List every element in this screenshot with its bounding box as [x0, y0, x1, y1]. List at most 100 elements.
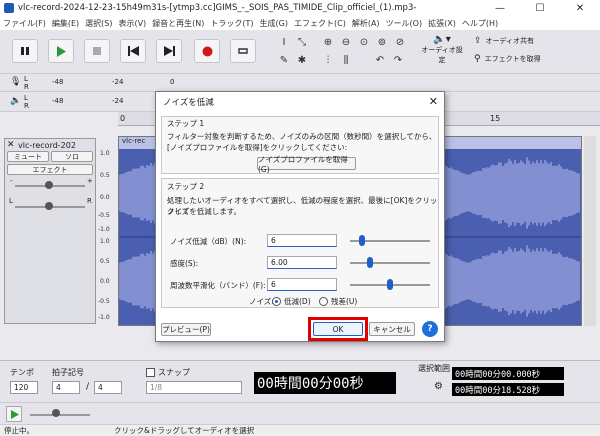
- selection-start[interactable]: 00時間00分00.000秒: [452, 367, 564, 380]
- noise-mode-label: ノイズ:: [249, 297, 274, 306]
- skip-end-button[interactable]: [156, 39, 182, 63]
- gain-knob[interactable]: [45, 181, 53, 189]
- residue-radio[interactable]: [319, 297, 328, 306]
- menu-transport[interactable]: 録音と再生(N): [152, 18, 204, 29]
- trim-icon[interactable]: ⫶: [320, 52, 336, 68]
- microphone-icon: 🎙: [10, 77, 22, 87]
- silence-icon[interactable]: ⫼: [338, 52, 354, 68]
- speed-slider[interactable]: [30, 414, 90, 416]
- zoom-toggle-icon[interactable]: ⊘: [392, 34, 408, 50]
- menu-analyze[interactable]: 解析(A): [352, 18, 380, 29]
- frequency-smoothing-input[interactable]: 6: [267, 278, 337, 291]
- snap-select[interactable]: 1/8: [146, 381, 242, 394]
- minimize-button[interactable]: —: [480, 0, 520, 16]
- time-display[interactable]: 00時間00分00秒: [254, 372, 396, 394]
- speaker-icon: 🔈: [10, 96, 22, 106]
- plug-icon: ⚲: [474, 54, 481, 64]
- sensitivity-slider-thumb[interactable]: [367, 257, 373, 268]
- audio-setup-button[interactable]: 🔈▾ オーディオ設定: [420, 34, 464, 68]
- undo-icon[interactable]: ↶: [372, 52, 388, 68]
- time-signature-label: 拍子記号: [52, 368, 84, 377]
- meter-l-label: L: [24, 75, 28, 83]
- skip-start-icon: [127, 46, 139, 56]
- vertical-scrollbar[interactable]: [584, 136, 596, 326]
- menu-file[interactable]: ファイル(F): [3, 18, 46, 29]
- snap-label: スナップ: [158, 368, 190, 377]
- step2-text: ノイズを低減します。: [167, 207, 242, 216]
- sensitivity-slider[interactable]: [350, 262, 430, 264]
- scale-label: -0.5: [98, 298, 110, 305]
- menu-effect[interactable]: エフェクト(C): [294, 18, 346, 29]
- scale-label: 1.0: [100, 150, 110, 157]
- loop-button[interactable]: [230, 39, 256, 63]
- snap-checkbox[interactable]: [146, 368, 155, 377]
- reduce-radio[interactable]: [272, 297, 281, 306]
- envelope-tool-icon[interactable]: ⤡: [294, 34, 310, 50]
- residue-label[interactable]: 残差(U): [331, 296, 357, 307]
- menu-edit[interactable]: 編集(E): [52, 18, 79, 29]
- help-icon[interactable]: ?: [422, 321, 438, 337]
- ok-button[interactable]: OK: [313, 322, 363, 336]
- frequency-smoothing-slider-thumb[interactable]: [387, 279, 393, 290]
- dialog-title: ノイズを低減: [163, 98, 214, 108]
- play-button[interactable]: [48, 39, 74, 63]
- noise-reduction-input[interactable]: 6: [267, 234, 337, 247]
- step2-group: ステップ 2 処理したいオーディオをすべて選択し、低減の程度を選択、最後に[OK…: [161, 178, 439, 308]
- fit-selection-icon[interactable]: ⊙: [356, 34, 372, 50]
- menu-tracks[interactable]: トラック(T): [210, 18, 253, 29]
- time-signature-numerator[interactable]: 4: [52, 381, 80, 394]
- fit-project-icon[interactable]: ⊚: [374, 34, 390, 50]
- dialog-close-icon[interactable]: ✕: [429, 95, 438, 108]
- preview-button[interactable]: プレビュー(P): [161, 323, 211, 336]
- zoom-out-icon[interactable]: ⊖: [338, 34, 354, 50]
- record-button[interactable]: [194, 39, 220, 63]
- play-at-speed-button[interactable]: [6, 406, 22, 422]
- status-right: クリック&ドラッグしてオーディオを選択: [114, 426, 255, 435]
- meter-tick: -24: [112, 78, 124, 86]
- track-name[interactable]: vlc-record-202: [18, 141, 76, 150]
- menu-extra[interactable]: 拡張(X): [428, 18, 456, 29]
- menu-help[interactable]: ヘルプ(H): [462, 18, 498, 29]
- sensitivity-input[interactable]: 6.00: [267, 256, 337, 269]
- tempo-input[interactable]: 120: [10, 381, 38, 394]
- cancel-button[interactable]: キャンセル: [369, 322, 415, 336]
- menu-view[interactable]: 表示(V): [118, 18, 146, 29]
- mute-button[interactable]: ミュート: [7, 151, 49, 162]
- record-meter[interactable]: 🎙 L R -48 -24 0: [0, 74, 600, 92]
- scale-label: -1.0: [98, 226, 110, 233]
- pan-right-label: R: [87, 197, 92, 205]
- menu-select[interactable]: 選択(S): [85, 18, 112, 29]
- share-audio-button[interactable]: ⇪ オーディオ共有: [474, 34, 554, 48]
- time-signature-denominator[interactable]: 4: [94, 381, 122, 394]
- menu-generate[interactable]: 生成(G): [260, 18, 288, 29]
- stop-button[interactable]: [84, 39, 110, 63]
- multi-tool-icon[interactable]: ✱: [294, 52, 310, 68]
- pan-left-label: L: [9, 197, 13, 205]
- redo-icon[interactable]: ↷: [390, 52, 406, 68]
- scale-label: -0.5: [98, 212, 110, 219]
- stop-icon: [93, 47, 101, 55]
- noise-reduction-label: ノイズ低減（dB）(N):: [170, 237, 247, 246]
- solo-button[interactable]: ソロ: [51, 151, 93, 162]
- draw-tool-icon[interactable]: ✎: [276, 52, 292, 68]
- pause-button[interactable]: [12, 39, 38, 63]
- effects-button[interactable]: エフェクト: [7, 164, 93, 175]
- speed-knob[interactable]: [52, 409, 60, 417]
- reduce-label[interactable]: 低減(D): [284, 296, 311, 307]
- tempo-label: テンポ: [10, 368, 34, 377]
- gain-plus: +: [87, 177, 93, 185]
- get-effects-button[interactable]: ⚲ エフェクトを取得: [474, 52, 554, 66]
- track-close-icon[interactable]: ✕: [7, 140, 15, 150]
- gear-icon[interactable]: ⚙: [434, 381, 443, 392]
- skip-end-icon: [163, 46, 175, 56]
- menu-tools[interactable]: ツール(O): [386, 18, 423, 29]
- pan-knob[interactable]: [45, 202, 53, 210]
- zoom-in-icon[interactable]: ⊕: [320, 34, 336, 50]
- selection-end[interactable]: 00時間00分18.528秒: [452, 383, 564, 396]
- noise-reduction-slider-thumb[interactable]: [359, 235, 365, 246]
- close-window-button[interactable]: ✕: [560, 0, 600, 16]
- selection-tool-icon[interactable]: I: [276, 34, 292, 50]
- maximize-button[interactable]: ☐: [520, 0, 560, 16]
- get-noise-profile-button[interactable]: ノイズプロファイルを取得(G): [257, 155, 356, 174]
- skip-start-button[interactable]: [120, 39, 146, 63]
